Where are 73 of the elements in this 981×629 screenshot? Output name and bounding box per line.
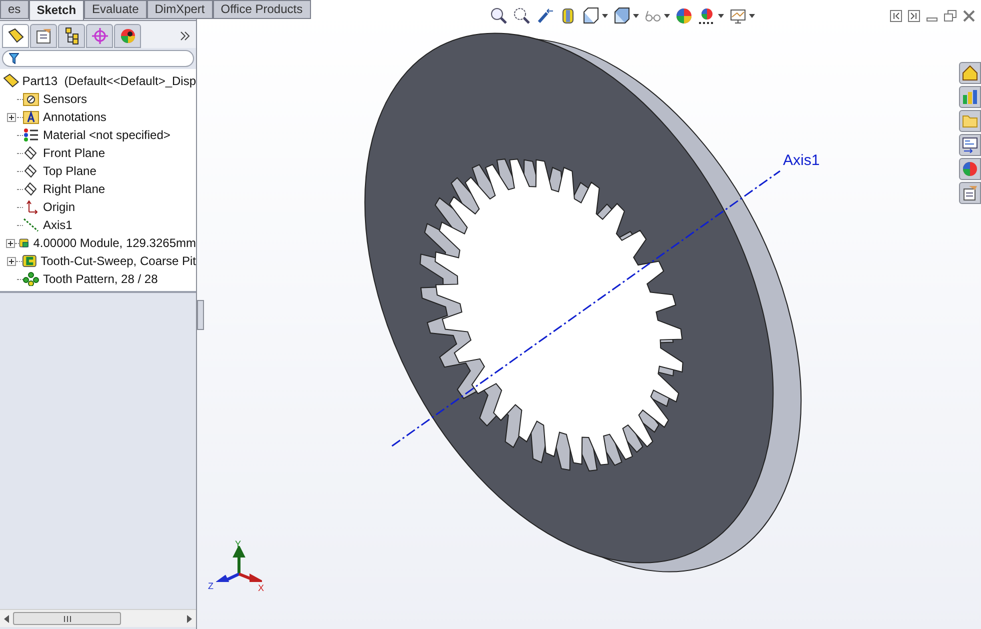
tree-item-label[interactable]: Axis1 bbox=[43, 216, 72, 234]
folder-icon bbox=[962, 113, 978, 129]
plane-icon bbox=[23, 146, 39, 160]
color-ball-icon bbox=[118, 27, 136, 45]
tree-item-label[interactable]: Tooth-Cut-Sweep, Coarse Pit bbox=[40, 252, 196, 270]
command-tab[interactable]: Sketch bbox=[28, 0, 84, 20]
task-pane-tab[interactable] bbox=[959, 182, 981, 204]
panel-left-icon[interactable] bbox=[890, 10, 902, 22]
command-tab[interactable]: es bbox=[0, 0, 29, 19]
scene-icon[interactable] bbox=[698, 7, 716, 25]
triad-x-label: X bbox=[258, 582, 264, 595]
feature-manager-tab[interactable] bbox=[2, 24, 29, 48]
tree-item-label[interactable]: Tooth Pattern, 28 / 28 bbox=[43, 270, 158, 288]
triad-arrows-icon bbox=[216, 546, 262, 582]
restore-icon[interactable] bbox=[944, 10, 957, 22]
appearance-ball-icon[interactable] bbox=[675, 7, 693, 25]
bar-chart-icon bbox=[962, 89, 978, 105]
triad-y-label: Y bbox=[235, 538, 242, 551]
caret-icon[interactable] bbox=[718, 14, 724, 18]
property-sheet-icon bbox=[34, 27, 52, 45]
triad-z-label: Z bbox=[208, 580, 214, 593]
filter-icon bbox=[9, 53, 19, 64]
command-tab[interactable]: Office Products bbox=[212, 0, 311, 19]
plane-icon bbox=[23, 182, 39, 196]
property-manager-tab[interactable] bbox=[30, 24, 57, 48]
task-pane-tab[interactable] bbox=[959, 62, 981, 84]
zoom-area-icon[interactable] bbox=[513, 7, 531, 25]
plane-icon bbox=[23, 164, 39, 178]
tree-item-label[interactable]: Top Plane bbox=[43, 162, 96, 180]
scroll-right-icon[interactable] bbox=[187, 614, 192, 622]
expand-icon[interactable] bbox=[6, 238, 15, 248]
tree-item-label[interactable]: Material <not specified> bbox=[43, 126, 170, 144]
display-manager-tab[interactable] bbox=[114, 24, 141, 48]
task-pane-tab[interactable] bbox=[959, 134, 981, 156]
scrollbar-thumb[interactable] bbox=[13, 612, 121, 625]
caret-icon[interactable] bbox=[749, 14, 755, 18]
config-tree-icon bbox=[62, 27, 80, 45]
property-sheet-icon bbox=[962, 185, 978, 201]
caret-icon[interactable] bbox=[633, 14, 639, 18]
pattern-icon bbox=[23, 272, 39, 286]
caret-icon[interactable] bbox=[664, 14, 670, 18]
material-list-icon bbox=[23, 128, 39, 142]
color-ball-icon bbox=[962, 161, 978, 177]
scroll-left-icon[interactable] bbox=[4, 614, 9, 622]
part-icon bbox=[6, 27, 24, 45]
axis-icon bbox=[23, 218, 39, 232]
tree-item-label[interactable]: Front Plane bbox=[43, 144, 106, 162]
command-tab[interactable]: DimXpert bbox=[146, 0, 213, 19]
filter-field[interactable] bbox=[2, 50, 194, 67]
tree-item-label[interactable]: 4.00000 Module, 129.3265mm bbox=[33, 234, 196, 252]
expand-icon[interactable] bbox=[7, 112, 16, 122]
splitter-handle[interactable] bbox=[197, 300, 204, 330]
command-tab[interactable]: Evaluate bbox=[84, 0, 147, 19]
grip-icon bbox=[64, 616, 70, 622]
close-icon[interactable] bbox=[963, 10, 975, 22]
tree-item-label[interactable]: Origin bbox=[43, 198, 76, 216]
house-icon bbox=[962, 65, 978, 81]
crosshair-icon bbox=[90, 27, 108, 45]
tree-item-label[interactable]: Annotations bbox=[43, 108, 106, 126]
configuration-manager-tab[interactable] bbox=[58, 24, 85, 48]
tree-item-label[interactable]: Sensors bbox=[43, 90, 88, 108]
folder-letter-icon bbox=[23, 110, 39, 124]
zoom-fit-icon[interactable] bbox=[490, 7, 508, 25]
expand-icon[interactable] bbox=[6, 256, 16, 266]
tree-item-label[interactable]: Right Plane bbox=[43, 180, 106, 198]
folder-gauge-icon bbox=[23, 92, 39, 106]
panel-right-icon[interactable] bbox=[908, 10, 920, 22]
caret-icon[interactable] bbox=[602, 14, 608, 18]
axis-label: Axis1 bbox=[783, 151, 820, 171]
part-icon bbox=[3, 73, 20, 89]
tree-item-label[interactable]: Part13 (Default<<Default>_Disp bbox=[22, 72, 196, 90]
expand-chevron-icon[interactable] bbox=[180, 31, 190, 41]
monitor-icon[interactable] bbox=[729, 7, 747, 25]
